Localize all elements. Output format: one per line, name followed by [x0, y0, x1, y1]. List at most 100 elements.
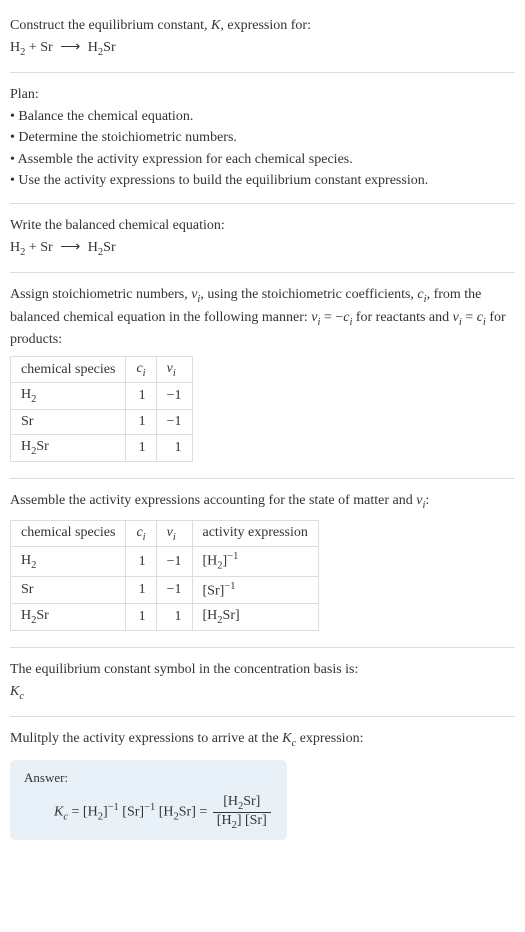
cell-species: H2Sr — [11, 435, 126, 462]
cell-c: 1 — [126, 410, 156, 435]
cell-activity: [H2Sr] — [192, 604, 318, 631]
sub: 2 — [31, 394, 36, 405]
divider — [10, 272, 515, 273]
sp: H — [21, 608, 31, 623]
cell-c: 1 — [126, 576, 156, 604]
step2-d: for reactants and — [352, 310, 452, 325]
step4-section: The equilibrium constant symbol in the c… — [10, 652, 515, 712]
fn-b: Sr] — [243, 794, 260, 809]
al: [H — [203, 554, 218, 569]
sub-i: i — [173, 367, 176, 378]
table1: chemical species ci νi H2 1 −1 Sr 1 −1 H… — [10, 356, 193, 462]
eq-plus: + Sr — [25, 240, 56, 255]
eq-plus: + Sr — [25, 40, 56, 55]
table-row: H2Sr 1 1 — [11, 435, 193, 462]
kc-sub: c — [19, 691, 24, 702]
divider — [10, 716, 515, 717]
cell-species: H2 — [11, 383, 126, 410]
step1-section: Write the balanced chemical equation: H2… — [10, 208, 515, 268]
fn-a: [H — [223, 794, 238, 809]
asup: −1 — [224, 581, 235, 592]
step5-section: Mulitply the activity expressions to arr… — [10, 721, 515, 846]
k: K — [282, 731, 291, 746]
fraction: [H2Sr][H2] [Sr] — [213, 794, 271, 831]
answer-box: Answer: Kc = [H2]−1 [Sr]−1 [H2Sr] = [H2S… — [10, 760, 287, 841]
cell-species: Sr — [11, 576, 126, 604]
th-species: chemical species — [11, 520, 126, 547]
asup: −1 — [227, 551, 238, 562]
cell-nu: −1 — [156, 410, 192, 435]
arrow-icon: ⟶ — [60, 38, 80, 58]
al: [H — [203, 608, 218, 623]
plan-b2: • Determine the stoichiometric numbers. — [10, 128, 515, 148]
divider — [10, 647, 515, 648]
plan-title: Plan: — [10, 85, 515, 105]
step3-a: Assemble the activity expressions accoun… — [10, 493, 416, 508]
cell-species: H2Sr — [11, 604, 126, 631]
sub-i: i — [173, 531, 176, 542]
step2-a: Assign stoichiometric numbers, — [10, 287, 191, 302]
suffix: Sr — [36, 439, 48, 454]
table-row: Sr 1 −1 [Sr]−1 — [11, 576, 319, 604]
cell-nu: 1 — [156, 435, 192, 462]
eq-h: H — [10, 240, 20, 255]
eq2: = — [462, 310, 477, 325]
p5: Sr] = — [179, 804, 211, 819]
th-activity: activity expression — [192, 520, 318, 547]
step5-a: Mulitply the activity expressions to arr… — [10, 731, 282, 746]
th-nu: νi — [156, 520, 192, 547]
intro-line1: Construct the equilibrium constant, — [10, 18, 211, 33]
eq-h2: H — [84, 240, 98, 255]
fd-a: [H — [217, 813, 232, 828]
step1-equation: H2 + Sr ⟶ H2Sr — [10, 238, 515, 260]
step5-text: Mulitply the activity expressions to arr… — [10, 729, 515, 751]
step5-b: expression: — [296, 731, 363, 746]
divider — [10, 72, 515, 73]
step4-kc: Kc — [10, 682, 515, 704]
step1-title: Write the balanced chemical equation: — [10, 216, 515, 236]
suffix: Sr — [36, 608, 48, 623]
step2-text: Assign stoichiometric numbers, νi, using… — [10, 285, 515, 350]
cell-nu: 1 — [156, 604, 192, 631]
th-nu: νi — [156, 356, 192, 383]
answer-formula: Kc = [H2]−1 [Sr]−1 [H2Sr] = [H2Sr][H2] [… — [24, 794, 273, 831]
cell-activity: [Sr]−1 — [192, 576, 318, 604]
plan-section: Plan: • Balance the chemical equation. •… — [10, 77, 515, 199]
step2-b: , using the stoichiometric coefficients, — [200, 287, 417, 302]
frac-den: [H2] [Sr] — [213, 813, 271, 831]
eq-sr: Sr — [103, 240, 115, 255]
cell-nu: −1 — [156, 576, 192, 604]
fd-b: ] [Sr] — [237, 813, 267, 828]
plan-b3: • Assemble the activity expression for e… — [10, 150, 515, 170]
th-c: ci — [126, 356, 156, 383]
th-species: chemical species — [11, 356, 126, 383]
arrow-icon: ⟶ — [60, 238, 80, 258]
table-row: Sr 1 −1 — [11, 410, 193, 435]
table-row: H2 1 −1 — [11, 383, 193, 410]
k-symbol: K — [211, 18, 220, 33]
sp: H — [21, 439, 31, 454]
frac-num: [H2Sr] — [213, 794, 271, 813]
cell-nu: −1 — [156, 547, 192, 576]
step3-text: Assemble the activity expressions accoun… — [10, 491, 515, 513]
cell-species: Sr — [11, 410, 126, 435]
sub-i: i — [143, 367, 146, 378]
plan-b1: • Balance the chemical equation. — [10, 107, 515, 127]
sp: H — [21, 553, 31, 568]
step2-section: Assign stoichiometric numbers, νi , using… — [10, 277, 515, 474]
answer-label: Answer: — [24, 770, 273, 786]
sp: H — [21, 387, 31, 402]
eq-h2: H — [84, 40, 98, 55]
eq-sr: Sr — [103, 40, 115, 55]
intro-line1-end: , expression for: — [220, 18, 311, 33]
cell-c: 1 — [126, 547, 156, 576]
eq: = [H — [68, 804, 98, 819]
table-header: chemical species ci νi activity expressi… — [11, 520, 319, 547]
k: K — [10, 684, 19, 699]
plan-b4: • Use the activity expressions to build … — [10, 171, 515, 191]
th-c: ci — [126, 520, 156, 547]
intro-equation: H2 + Sr ⟶ H2Sr — [10, 38, 515, 60]
cell-c: 1 — [126, 435, 156, 462]
k: K — [54, 804, 63, 819]
cell-c: 1 — [126, 604, 156, 631]
